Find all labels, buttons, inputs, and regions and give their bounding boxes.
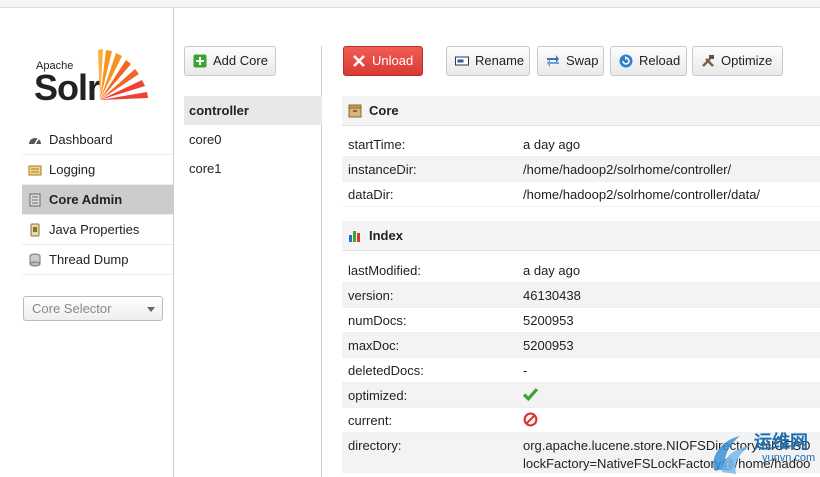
property-key: maxDoc:: [348, 338, 400, 353]
core-item-core0[interactable]: core0: [184, 125, 322, 154]
index-section-title: Index: [369, 228, 403, 243]
core-list: controller core0 core1: [184, 96, 322, 183]
sidebar-item-dashboard[interactable]: Dashboard: [22, 125, 173, 155]
sidebar-item-label: Thread Dump: [49, 252, 129, 267]
browser-top-strip: [0, 0, 820, 8]
optimize-button[interactable]: Optimize: [692, 46, 783, 76]
box-icon: [348, 104, 362, 118]
reload-icon: [619, 54, 633, 68]
unload-button[interactable]: Unload: [343, 46, 423, 76]
index-row-lastmodified: lastModified: a day ago: [342, 258, 820, 283]
property-key: instanceDir:: [348, 162, 417, 177]
swap-icon: [547, 55, 559, 67]
property-value: 5200953: [523, 338, 574, 353]
bar-chart-icon: [349, 231, 360, 242]
java-properties-icon: [30, 223, 40, 237]
solr-logo[interactable]: Apache Solr: [34, 44, 158, 116]
property-key: current:: [348, 413, 393, 428]
solr-sun-icon: [98, 49, 148, 100]
core-row-datadir: dataDir: /home/hadoop2/solrhome/controlle…: [342, 182, 820, 207]
sidebar-item-label: Logging: [49, 162, 96, 177]
property-key: numDocs:: [348, 313, 407, 328]
no-entry-icon: [523, 412, 538, 427]
core-properties-list: startTime: a day ago instanceDir: /home/ha…: [342, 132, 820, 207]
core-row-instancedir: instanceDir: /home/hadoop2/solrhome/contr…: [342, 157, 820, 182]
property-value: a day ago: [523, 137, 581, 152]
optimize-label: Optimize: [721, 53, 773, 68]
chevron-down-icon: [147, 307, 155, 312]
thread-dump-icon: [29, 253, 41, 267]
watermark-en-text: yunvn.com: [762, 452, 816, 464]
reload-button[interactable]: Reload: [610, 46, 687, 76]
logging-icon: [28, 165, 42, 176]
sidebar-item-label: Core Admin: [49, 192, 123, 207]
property-value: 5200953: [523, 313, 574, 328]
index-row-numdocs: numDocs: 5200953: [342, 308, 820, 333]
index-row-optimized: optimized:: [342, 383, 820, 408]
watermark: 运维网 yunvn.com: [708, 426, 820, 477]
core-section-title: Core: [369, 103, 399, 118]
check-icon: [522, 388, 539, 402]
watermark-swirl-icon: [713, 436, 750, 474]
reload-label: Reload: [639, 53, 681, 68]
property-value: 46130438: [523, 288, 581, 303]
property-key: lastModified:: [348, 263, 421, 278]
add-core-button[interactable]: Add Core: [184, 46, 276, 76]
sidebar-item-label: Dashboard: [49, 132, 113, 147]
logo-solr-text: Solr: [34, 67, 101, 108]
property-key: startTime:: [348, 137, 406, 152]
property-value: [523, 408, 538, 433]
core-item-controller[interactable]: controller: [184, 96, 322, 125]
property-value: /home/hadoop2/solrhome/controller/: [523, 162, 732, 177]
index-row-version: version: 46130438: [342, 283, 820, 308]
sidebar-item-thread-dump[interactable]: Thread Dump: [22, 245, 173, 275]
dashboard-icon: [29, 138, 41, 145]
rename-label: Rename: [475, 53, 525, 68]
property-key: version:: [348, 288, 394, 303]
core-admin-icon: [29, 193, 41, 207]
property-key: deletedDocs:: [348, 363, 424, 378]
property-value: -: [523, 363, 528, 378]
swap-button[interactable]: Swap: [537, 46, 604, 76]
tools-icon: [702, 55, 714, 67]
plus-icon: [193, 54, 207, 68]
add-core-label: Add Core: [213, 53, 268, 68]
close-icon: [353, 55, 365, 67]
index-row-maxdoc: maxDoc: 5200953: [342, 333, 820, 358]
core-item-core1[interactable]: core1: [184, 154, 322, 183]
swap-label: Swap: [566, 53, 599, 68]
core-row-starttime: startTime: a day ago: [342, 132, 820, 157]
sidebar-item-core-admin[interactable]: Core Admin: [22, 185, 173, 215]
property-value: [522, 383, 539, 408]
unload-label: Unload: [372, 53, 414, 68]
index-row-deleteddocs: deletedDocs: -: [342, 358, 820, 383]
rename-button[interactable]: Rename: [446, 46, 530, 76]
sidebar-item-logging[interactable]: Logging: [22, 155, 173, 185]
sidebar-item-java-properties[interactable]: Java Properties: [22, 215, 173, 245]
property-key: directory:: [348, 438, 402, 453]
property-value: a day ago: [523, 263, 581, 278]
rename-icon: [455, 56, 469, 66]
core-list-panel: Add Core controller core0 core1: [175, 46, 322, 477]
core-selector-placeholder: Core Selector: [32, 301, 112, 316]
property-value: /home/hadoop2/solrhome/controller/data/: [523, 187, 761, 202]
property-key: dataDir:: [348, 187, 394, 202]
core-detail-panel: Unload Rename Swap Reload Optimize Core …: [322, 46, 820, 477]
core-selector-dropdown[interactable]: Core Selector: [23, 296, 163, 321]
property-key: optimized:: [348, 388, 408, 403]
sidebar-nav: Dashboard Logging Core Admin Java Proper…: [22, 125, 173, 275]
index-section-header: Index: [342, 221, 820, 251]
left-navigation: Apache Solr Dashboard Logging Core Admin…: [0, 8, 174, 477]
core-section-header: Core: [342, 96, 820, 126]
sidebar-item-label: Java Properties: [49, 222, 140, 237]
watermark-cn-text: 运维网: [754, 432, 808, 452]
